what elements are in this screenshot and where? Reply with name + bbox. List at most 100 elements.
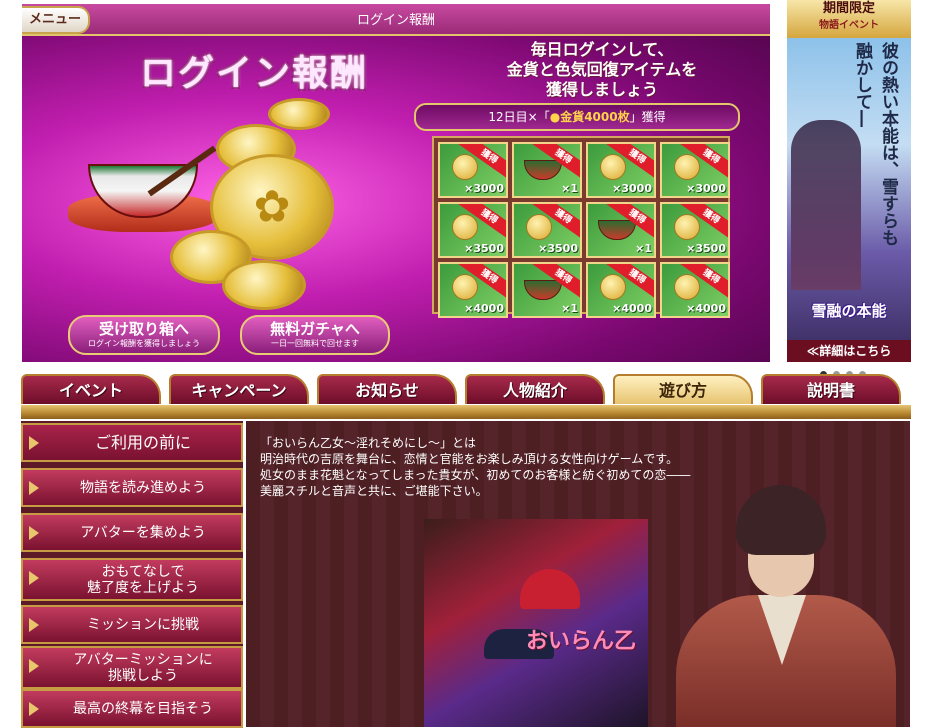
reward-cell: 獲得 ×3500 — [512, 202, 582, 258]
reward-cell: 獲得 ×1 — [512, 262, 582, 318]
banner-limited-label: 期間限定 — [822, 1, 875, 16]
arrow-icon — [29, 618, 39, 632]
reward-quantity: ×1 — [635, 242, 652, 255]
reward-cell: 獲得 ×1 — [586, 202, 656, 258]
receive-box-button[interactable]: 受け取り箱へ ログイン報酬を獲得しましょう — [68, 315, 220, 355]
sidebar-item-hospitality[interactable]: おもてなしで 魅了度を上げよう — [21, 558, 243, 601]
arrow-icon — [29, 571, 39, 585]
sidebar-item-label: おもてなしで — [101, 563, 185, 580]
sidebar-item-label: アバターを集めよう — [80, 524, 206, 541]
free-gacha-label: 無料ガチャへ — [270, 320, 360, 338]
sidebar-item-label: 挑戦しよう — [108, 667, 178, 684]
tea-bowl-icon — [524, 160, 562, 180]
coin-icon — [600, 154, 626, 180]
arrow-icon — [29, 436, 39, 450]
reward-quantity: ×4000 — [464, 302, 504, 315]
sidebar-item-avatar-missions[interactable]: アバターミッションに 挑戦しよう — [21, 646, 243, 689]
cherry-blossom-icon: ✿ — [253, 181, 291, 233]
arrow-icon — [29, 526, 39, 540]
sidebar-item-label: 魅了度を上げよう — [87, 579, 199, 596]
login-progress-bar: 12日目×「●金貨4000枚」獲得 — [414, 103, 740, 131]
coin-icon — [452, 274, 478, 300]
tab-news[interactable]: お知らせ — [317, 374, 457, 404]
reward-cell: 獲得 ×4000 — [586, 262, 656, 318]
sidebar-item-label: 物語を読み進めよう — [80, 479, 206, 496]
reward-quantity: ×1 — [561, 302, 578, 315]
progress-suffix: 」獲得 — [629, 110, 666, 124]
sidebar-item-read-story[interactable]: 物語を読み進めよう — [21, 468, 243, 507]
tab-event[interactable]: イベント — [21, 374, 161, 404]
event-banner[interactable]: 期間限定 物語イベント 彼の熱い本能は、雪すらも融かして― 雪融の本能 ≪詳細は… — [787, 0, 911, 362]
banner-logo: 雪融の本能 — [811, 302, 887, 320]
arrow-icon — [29, 481, 39, 495]
free-gacha-button[interactable]: 無料ガチャへ 一日一回無料で回せます — [240, 315, 390, 355]
arrow-icon — [29, 702, 39, 716]
sidebar-item-label: アバターミッションに — [73, 651, 213, 668]
header-title: ログイン報酬 — [356, 13, 435, 28]
reward-cell: 獲得 ×3500 — [438, 202, 508, 258]
coin-icon — [452, 214, 478, 240]
reward-cell: 獲得 ×4000 — [660, 262, 730, 318]
tea-bowl-icon — [524, 280, 562, 300]
subtitle-line: 金貨と色気回復アイテムを — [506, 60, 698, 79]
tab-how-to-play[interactable]: 遊び方 — [613, 374, 753, 404]
reward-cell: 獲得 ×1 — [512, 142, 582, 198]
character-hair — [736, 485, 826, 555]
reward-cell: 獲得 ×3500 — [660, 202, 730, 258]
receive-box-label: 受け取り箱へ — [98, 320, 189, 338]
reward-quantity: ×3000 — [464, 182, 504, 195]
tab-underline — [21, 405, 911, 419]
coin-icon — [674, 154, 700, 180]
login-bonus-panel: メニュー ログイン報酬 ログイン報酬 毎日ログインして、 金貨と色気回復アイテム… — [22, 4, 770, 362]
free-gacha-sublabel: 一日一回無料で回せます — [271, 339, 359, 348]
reward-quantity: ×3000 — [686, 182, 726, 195]
tab-characters[interactable]: 人物紹介 — [465, 374, 605, 404]
sidebar-item-label: ミッションに挑戦 — [87, 616, 199, 633]
reward-quantity: ×3500 — [686, 242, 726, 255]
fan-illustration — [520, 569, 580, 609]
tab-bar: イベント キャンペーン お知らせ 人物紹介 遊び方 説明書 — [21, 374, 911, 407]
tea-bowl-icon — [598, 220, 636, 240]
sidebar-item-collect-avatars[interactable]: アバターを集めよう — [21, 513, 243, 552]
sidebar-item-label: ご利用の前に — [94, 432, 191, 452]
receive-box-sublabel: ログイン報酬を獲得しましょう — [88, 339, 200, 348]
reward-quantity: ×3500 — [538, 242, 578, 255]
login-header: メニュー ログイン報酬 — [22, 4, 770, 36]
banner-tagline: 彼の熱い本能は、雪すらも融かして― — [852, 42, 898, 246]
reward-quantity: ×1 — [561, 182, 578, 195]
intro-line: 「おいらん乙女～淫れそめにし～」とは — [260, 436, 477, 450]
login-bonus-subtitle: 毎日ログインして、 金貨と色気回復アイテムを 獲得しましょう — [442, 40, 762, 100]
subtitle-line: 獲得しましょう — [545, 80, 658, 99]
main-content: 「おいらん乙女～淫れそめにし～」とは 明治時代の吉原を舞台に、恋情と官能をお楽し… — [246, 421, 910, 727]
banner-detail-link[interactable]: ≪詳細はこちら — [787, 340, 911, 362]
intro-line: 明治時代の吉原を舞台に、恋情と官能をお楽しみ頂ける女性向けゲームです。 — [260, 452, 679, 466]
gold-coin-illustration — [222, 260, 306, 310]
coin-icon — [452, 154, 478, 180]
gold-coin-illustration — [268, 98, 330, 130]
intro-line: 処女のまま花魁となってしまった貴女が、初めてのお客様と紡ぐ初めての恋―― — [260, 468, 691, 482]
reward-grid: 獲得 ×3000 獲得 ×1 獲得 ×3000 獲得 ×3000 獲得 ×3500 獲得 ×3500 獲… — [432, 136, 730, 318]
reward-quantity: ×3000 — [612, 182, 652, 195]
arrow-icon — [29, 659, 39, 673]
progress-reward: ●金貨4000枚 — [549, 110, 630, 124]
reward-quantity: ×4000 — [686, 302, 726, 315]
reward-cell: 獲得 ×3000 — [660, 142, 730, 198]
reward-cell: 獲得 ×3000 — [586, 142, 656, 198]
banner-event-label: 物語イベント — [819, 20, 879, 31]
sidebar-item-before-use[interactable]: ご利用の前に — [21, 423, 243, 462]
tab-campaign[interactable]: キャンペーン — [169, 374, 309, 404]
character-illustration — [666, 485, 906, 727]
banner-pagination — [820, 363, 880, 378]
coin-icon — [674, 274, 700, 300]
login-bonus-title: ログイン報酬 — [140, 53, 369, 94]
tab-manual[interactable]: 説明書 — [761, 374, 901, 404]
sidebar-item-best-ending[interactable]: 最高の終幕を目指そう — [21, 689, 243, 728]
reward-quantity: ×4000 — [612, 302, 652, 315]
reward-cell: 獲得 ×3000 — [438, 142, 508, 198]
sidebar-item-missions[interactable]: ミッションに挑戦 — [21, 605, 243, 644]
cover-title: おいらん乙 — [525, 629, 636, 654]
guide-sidebar: ご利用の前に 物語を読み進めよう アバターを集めよう おもてなしで 魅了度を上げ… — [21, 421, 243, 728]
reward-cell: 獲得 ×4000 — [438, 262, 508, 318]
banner-header: 期間限定 物語イベント — [787, 0, 911, 38]
coin-icon — [526, 214, 552, 240]
